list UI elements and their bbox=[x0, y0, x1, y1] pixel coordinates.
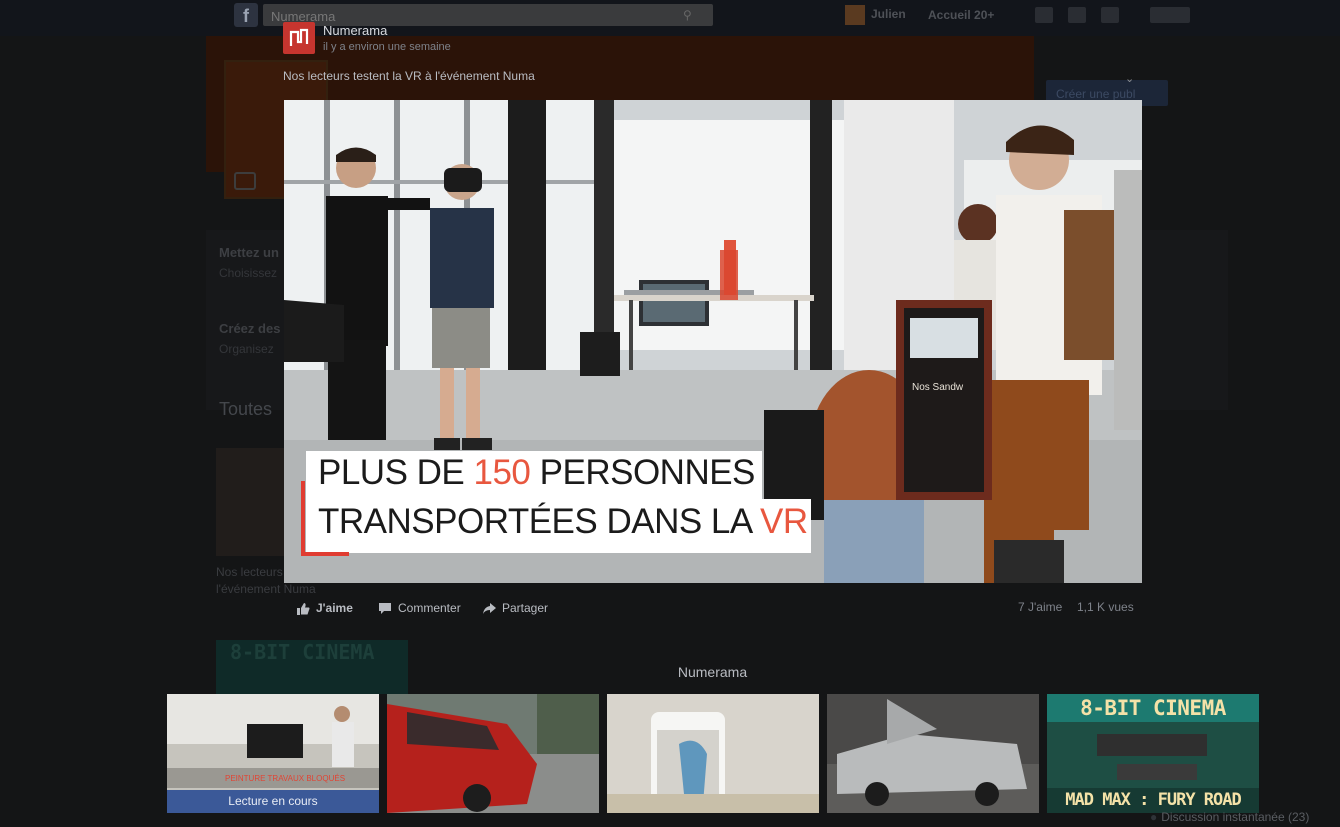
home-count-badge: 20+ bbox=[974, 8, 995, 22]
messages-icon[interactable] bbox=[1068, 7, 1086, 23]
section-title: Toutes bbox=[219, 399, 273, 419]
playlist-item-current[interactable]: PEINTURE TRAVAUX BLOQUÉS Lecture en cour… bbox=[167, 694, 379, 813]
playlist-item[interactable] bbox=[387, 694, 599, 813]
playlist-item[interactable] bbox=[607, 694, 819, 813]
avatar bbox=[845, 5, 865, 25]
chat-label: Discussion instantanée (23) bbox=[1161, 810, 1310, 824]
likes-count[interactable]: 7 J'aime bbox=[1018, 600, 1062, 614]
thumb-overlay-text: PEINTURE TRAVAUX BLOQUÉS bbox=[225, 774, 346, 783]
playlist-thumbnail bbox=[607, 694, 819, 813]
share-label: Partager bbox=[502, 601, 549, 615]
post-text: Nos lecteurs testent la VR à l'événement… bbox=[283, 69, 535, 83]
video-player[interactable]: Nos Sandw PLUS DE 150 PERSONNES TRANSPOR… bbox=[284, 100, 1142, 583]
caption-accent-bar bbox=[301, 552, 349, 556]
cta-sub-2: Organisez bbox=[219, 342, 274, 356]
caption-line-1-text: PLUS DE 150 PERSONNES bbox=[318, 453, 755, 493]
help-icon[interactable] bbox=[1150, 7, 1190, 23]
share-button[interactable]: Partager bbox=[482, 601, 548, 615]
cta-title-1: Mettez un bbox=[219, 245, 279, 260]
playlist-thumbnail bbox=[387, 694, 599, 813]
chalkboard-text: Nos Sandw bbox=[912, 382, 964, 393]
playlist-item[interactable]: 8-BIT CINEMA MAD MAX : FURY ROAD bbox=[1047, 694, 1259, 813]
share-icon bbox=[483, 602, 496, 614]
comment-button[interactable]: Commenter bbox=[378, 601, 461, 615]
friend-requests-icon[interactable] bbox=[1035, 7, 1053, 23]
caption-highlight-number: 150 bbox=[473, 453, 531, 492]
thumb-subtitle: MAD MAX : FURY ROAD bbox=[1065, 790, 1241, 810]
camera-icon[interactable] bbox=[234, 172, 256, 190]
caption-line-2-text: TRANSPORTÉES DANS LA VR bbox=[318, 502, 808, 542]
numerama-logo[interactable] bbox=[283, 22, 315, 54]
thumbs-up-icon bbox=[297, 602, 310, 615]
create-post-label: Créer une publ bbox=[1056, 87, 1136, 101]
video-thumbnail[interactable] bbox=[216, 448, 286, 556]
profile-link[interactable]: Julien bbox=[845, 5, 925, 25]
now-playing-label: Lecture en cours bbox=[167, 790, 379, 813]
chat-status-dot: ● bbox=[1150, 810, 1158, 824]
caption-text: PERSONNES bbox=[530, 453, 756, 492]
home-label: Accueil bbox=[928, 8, 971, 22]
like-button[interactable]: J'aime bbox=[296, 601, 353, 615]
comment-icon bbox=[379, 602, 391, 614]
cta-title-2: Créez des bbox=[219, 321, 281, 336]
chat-sidebar-toggle[interactable]: ● Discussion instantanée (23) bbox=[1150, 810, 1340, 827]
caption-line-2: TRANSPORTÉES DANS LA VR bbox=[306, 499, 811, 553]
thumb-title: 8-BIT CINEMA bbox=[1080, 696, 1226, 720]
post-timestamp[interactable]: il y a environ une semaine bbox=[323, 41, 451, 53]
comment-label: Commenter bbox=[398, 601, 461, 615]
caption-accent-bar bbox=[301, 481, 305, 555]
playlist-title: Numerama bbox=[677, 664, 748, 680]
user-name: Julien bbox=[871, 7, 906, 22]
thumb-title: 8-BIT CINEMA bbox=[230, 640, 375, 664]
page-name[interactable]: Numerama bbox=[323, 23, 387, 38]
caption-line-1: PLUS DE 150 PERSONNES bbox=[306, 451, 762, 499]
video-caption-overlay: PLUS DE 150 PERSONNES TRANSPORTÉES DANS … bbox=[301, 451, 811, 556]
notifications-icon[interactable] bbox=[1101, 7, 1119, 23]
cta-sub-1: Choisissez bbox=[219, 266, 278, 280]
facebook-logo[interactable]: f bbox=[234, 3, 258, 27]
video-caption[interactable]: l'événement Numa bbox=[216, 582, 316, 596]
top-navigation-bar: f ⚲ Julien Accueil 20+ bbox=[0, 0, 1340, 36]
caption-text: TRANSPORTÉES DANS LA bbox=[318, 502, 761, 541]
home-link[interactable]: Accueil 20+ bbox=[928, 8, 994, 22]
video-caption[interactable]: Nos lecteurs bbox=[216, 565, 283, 579]
caption-highlight-vr: VR bbox=[760, 502, 808, 541]
caption-text: PLUS DE bbox=[318, 453, 474, 492]
playlist-item[interactable] bbox=[827, 694, 1039, 813]
search-icon[interactable]: ⚲ bbox=[683, 8, 697, 22]
views-count: 1,1 K vues bbox=[1077, 600, 1134, 614]
playlist-thumbnail bbox=[827, 694, 1039, 813]
expand-icon[interactable]: ⌄ bbox=[1125, 72, 1135, 85]
like-label: J'aime bbox=[316, 601, 353, 615]
